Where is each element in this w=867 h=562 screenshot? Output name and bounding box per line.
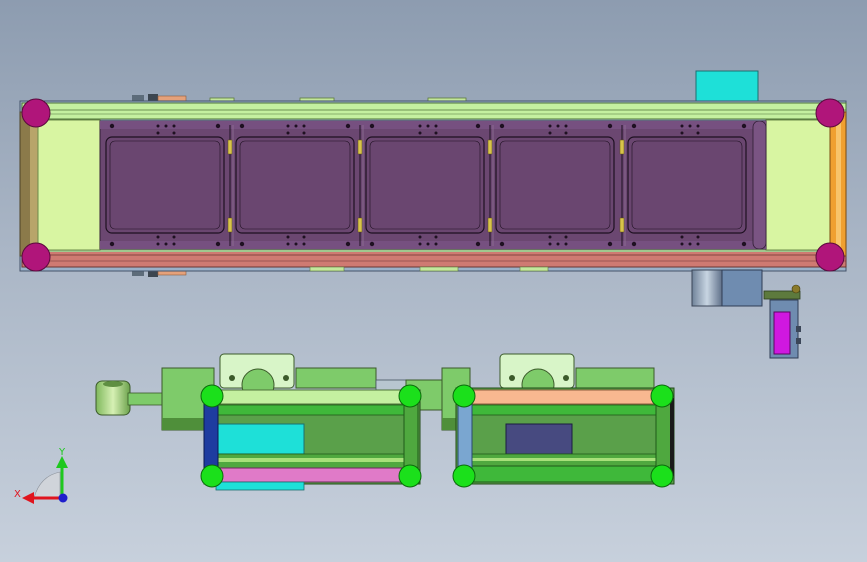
- corner-pulley-top-right[interactable]: [815, 98, 845, 128]
- left-end-plate: [37, 119, 101, 251]
- left-module-blue-side: [203, 397, 219, 477]
- belt-pocket[interactable]: [627, 136, 747, 234]
- left-module-corner-tr[interactable]: [398, 384, 422, 408]
- triad-base-shape: [33, 471, 61, 499]
- right-module-orange-rail: [465, 389, 667, 405]
- corner-pulley-bottom-left[interactable]: [21, 242, 51, 272]
- right-module-corner-tr[interactable]: [650, 384, 674, 408]
- left-module-cyan-block: [217, 423, 305, 455]
- drive-sensor-magenta: [773, 311, 791, 355]
- right-module-blue-side: [457, 397, 473, 477]
- right-gripper-module[interactable]: [452, 384, 675, 488]
- cad-drawing: Y X: [14, 70, 847, 504]
- left-module-top-rail: [209, 389, 411, 405]
- top-conveyor[interactable]: [19, 70, 847, 359]
- left-module-corner-tl[interactable]: [200, 384, 224, 408]
- right-module-bottom-rail: [465, 465, 667, 483]
- left-gripper-module[interactable]: [200, 384, 422, 491]
- bottom-assembly[interactable]: [95, 353, 675, 491]
- z-axis-dot: [58, 493, 68, 503]
- left-module-corner-bl[interactable]: [200, 464, 224, 488]
- right-module-corner-bl[interactable]: [452, 464, 476, 488]
- corner-pulley-top-left[interactable]: [21, 98, 51, 128]
- left-module-corner-br[interactable]: [398, 464, 422, 488]
- belt-pocket[interactable]: [105, 136, 225, 234]
- right-module-corner-br[interactable]: [650, 464, 674, 488]
- corner-pulley-bottom-right[interactable]: [815, 242, 845, 272]
- x-axis-label: X: [14, 489, 21, 500]
- right-module-dark-block: [505, 423, 573, 455]
- right-module-corner-tl[interactable]: [452, 384, 476, 408]
- top-long-rail: [21, 102, 847, 120]
- top-motor-block[interactable]: [695, 70, 759, 104]
- belt-pocket[interactable]: [235, 136, 355, 234]
- left-module-pink-rail: [209, 467, 411, 483]
- conveyor-pockets: [105, 136, 747, 234]
- right-end-plate: [765, 119, 831, 251]
- belt-pocket[interactable]: [495, 136, 615, 234]
- cad-viewport[interactable]: Y X: [0, 0, 867, 562]
- axis-triad[interactable]: Y X: [14, 447, 68, 504]
- belt-pocket[interactable]: [365, 136, 485, 234]
- drive-motor-box[interactable]: [721, 269, 763, 307]
- y-axis-label: Y: [58, 447, 66, 458]
- drive-motor-cylinder[interactable]: [691, 269, 723, 307]
